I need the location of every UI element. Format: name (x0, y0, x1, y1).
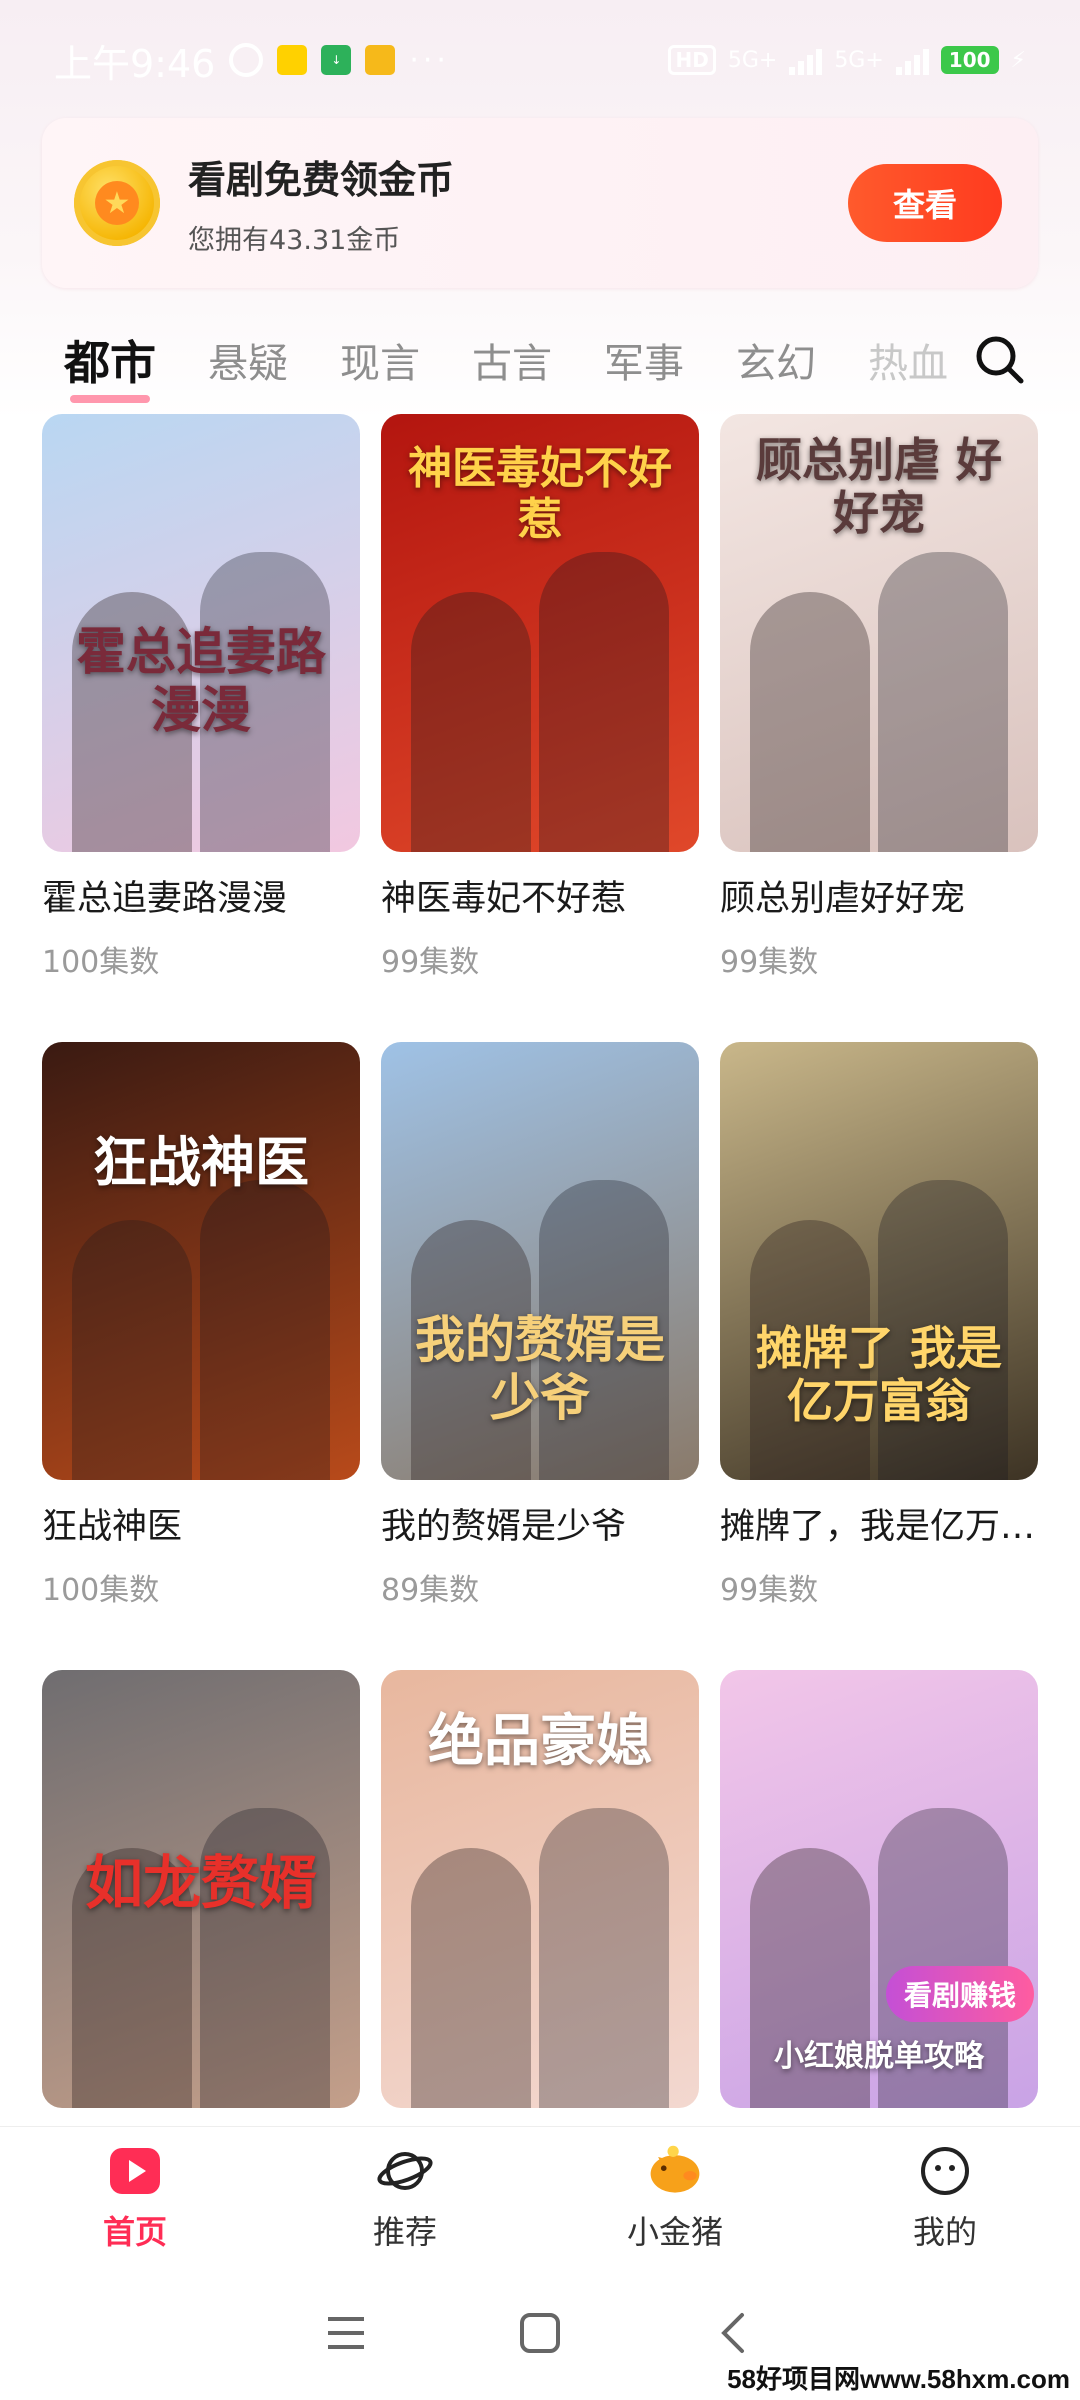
drama-poster[interactable]: 我的赘婿是少爷 (381, 1042, 699, 1480)
signal-icon (895, 45, 929, 75)
poster-figure (750, 592, 870, 852)
poster-title: 小红娘脱单攻略 (774, 2039, 984, 2074)
episode-count: 99集数 (720, 945, 819, 980)
poster-title: 狂战神医 (93, 1131, 309, 1194)
watermark: 58好项目网www.58hxm.com (727, 2364, 1070, 2394)
charging-icon: ⚡ (1010, 47, 1026, 73)
network-type-2: 5G+ (834, 47, 884, 73)
watch-earn-badge[interactable]: 看剧赚钱 (885, 1966, 1034, 2022)
poster-figure (411, 592, 531, 852)
battery-icon: 100 (940, 46, 999, 74)
status-time: 上午9:46 (54, 41, 216, 86)
planet-icon (375, 2141, 435, 2201)
episode-count: 100集数 (42, 1573, 160, 1608)
drama-grid: 霍总追妻路漫漫 霍总追妻路漫漫 100集数 神医毒妃不好惹 神医毒妃不好惹 99… (42, 414, 1038, 2298)
download-icon: ↓ (321, 45, 352, 75)
tab-rexue[interactable]: 热血 (868, 331, 948, 389)
poster-figure (411, 1848, 531, 2108)
category-tabs: 都市 悬疑 现言 古言 军事 玄幻 热血 (0, 320, 1080, 403)
play-icon (105, 2141, 165, 2201)
coin-reward-card[interactable]: ★ 看剧免费领金币 您拥有43.31金币 查看 (42, 118, 1038, 288)
drama-title: 神医毒妃不好惹 (381, 879, 627, 919)
search-icon (976, 336, 1024, 384)
drama-card[interactable]: 神医毒妃不好惹 神医毒妃不好惹 99集数 (381, 414, 699, 1042)
piggy-icon (645, 2141, 705, 2201)
tab-junshi[interactable]: 军事 (604, 331, 684, 389)
tab-xuanyi[interactable]: 悬疑 (208, 331, 288, 389)
drama-title: 我的赘婿是少爷 (381, 1507, 627, 1547)
episode-count: 89集数 (381, 1573, 480, 1608)
episode-count: 99集数 (381, 945, 480, 980)
back-icon[interactable] (712, 2311, 756, 2355)
poster-figure (72, 1220, 192, 1480)
poster-figure (878, 552, 1008, 852)
poster-figure (539, 552, 669, 852)
drama-title: 顾总别虐好好宠 (720, 879, 966, 919)
poster-title: 我的赘婿是少爷 (415, 1311, 665, 1427)
hd-voice-icon: HD (668, 45, 716, 75)
poster-title: 绝品豪媳 (428, 1709, 652, 1774)
nav-label: 小金猪 (626, 2212, 723, 2251)
nav-label: 推荐 (372, 2212, 437, 2251)
coin-balance: 您拥有43.31金币 (188, 225, 401, 256)
drama-card[interactable]: 顾总别虐 好好宠 顾总别虐好好宠 99集数 (720, 414, 1038, 1042)
poster-figure (200, 1180, 330, 1480)
tab-xianyan[interactable]: 现言 (340, 331, 420, 389)
poster-title: 霍总追妻路漫漫 (76, 623, 326, 739)
poster-title: 神医毒妃不好惹 (408, 443, 672, 545)
drama-poster[interactable]: 摊牌了 我是 亿万富翁 (720, 1042, 1038, 1480)
drama-card[interactable]: 霍总追妻路漫漫 霍总追妻路漫漫 100集数 (42, 414, 360, 1042)
drama-poster[interactable]: 狂战神医 (42, 1042, 360, 1480)
tab-guyan[interactable]: 古言 (472, 331, 552, 389)
nav-mine[interactable]: 我的 (845, 2141, 1045, 2253)
smile-face-icon (915, 2141, 975, 2201)
meituan-app-icon (277, 45, 308, 75)
bottom-nav: 首页 推荐 小金猪 我的 (0, 2126, 1080, 2266)
episode-count: 100集数 (42, 945, 160, 980)
drama-poster[interactable]: 小红娘脱单攻略 看剧赚钱 (720, 1670, 1038, 2108)
nav-piggy[interactable]: 小金猪 (575, 2141, 775, 2253)
drama-card[interactable]: 我的赘婿是少爷 我的赘婿是少爷 89集数 (381, 1042, 699, 1670)
coin-card-title: 看剧免费领金币 (188, 158, 455, 202)
drama-card[interactable]: 摊牌了 我是 亿万富翁 摊牌了，我是亿万富翁 99集数 (720, 1042, 1038, 1670)
nav-label: 我的 (912, 2212, 977, 2251)
view-coins-button[interactable]: 查看 (848, 164, 1002, 242)
drama-poster[interactable]: 神医毒妃不好惹 (381, 414, 699, 852)
search-button[interactable] (964, 324, 1034, 394)
nav-home[interactable]: 首页 (35, 2141, 235, 2253)
episode-count: 99集数 (720, 1573, 819, 1608)
poster-title: 顾总别虐 好好宠 (755, 433, 1002, 540)
message-icon (365, 45, 396, 75)
nav-recommend[interactable]: 推荐 (305, 2141, 505, 2253)
drama-poster[interactable]: 霍总追妻路漫漫 (42, 414, 360, 852)
drama-title: 狂战神医 (42, 1507, 183, 1547)
drama-title: 霍总追妻路漫漫 (42, 879, 288, 919)
drama-poster[interactable]: 如龙赘婿 (42, 1670, 360, 2108)
signal-icon (789, 45, 823, 75)
drama-poster[interactable]: 顾总别虐 好好宠 (720, 414, 1038, 852)
gold-coin-icon: ★ (74, 160, 160, 246)
tab-dushi[interactable]: 都市 (64, 327, 156, 403)
status-bar: 上午9:46 ↓ ··· HD 5G+ 5G+ 100 ⚡ (0, 0, 1080, 120)
poster-title: 如龙赘婿 (84, 1849, 317, 1917)
menu-icon[interactable] (324, 2313, 368, 2353)
network-type-1: 5G+ (727, 47, 778, 73)
more-notifications-icon: ··· (409, 42, 450, 78)
star-icon: ★ (95, 181, 139, 225)
poster-figure (539, 1808, 669, 2108)
tab-xuanhuan[interactable]: 玄幻 (736, 331, 816, 389)
drama-poster[interactable]: 绝品豪媳 (381, 1670, 699, 2108)
alarm-icon (229, 43, 264, 77)
drama-title: 摊牌了，我是亿万富翁 (720, 1507, 1038, 1547)
nav-label: 首页 (102, 2212, 167, 2251)
home-square-icon[interactable] (518, 2311, 562, 2355)
poster-title: 摊牌了 我是 亿万富翁 (755, 1321, 1002, 1428)
drama-card[interactable]: 狂战神医 狂战神医 100集数 (42, 1042, 360, 1670)
